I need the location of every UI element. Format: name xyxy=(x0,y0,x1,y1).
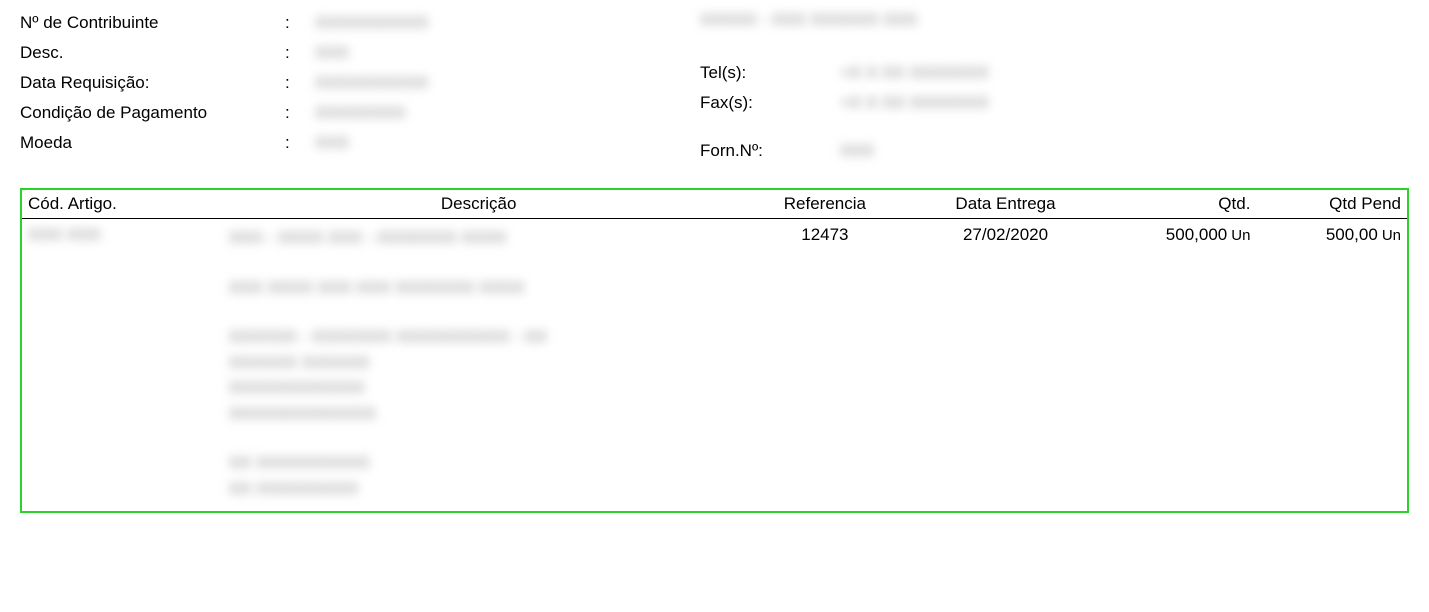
colon: : xyxy=(285,43,315,63)
row-qtd-cell: 500,000Un xyxy=(1096,219,1257,512)
colon: : xyxy=(285,73,315,93)
condicao-pagamento-value: XXXXXXXX xyxy=(315,103,700,123)
row-ref: 12473 xyxy=(735,219,916,512)
row-cod: XXX XXX xyxy=(28,225,101,244)
fax-label: Fax(s): xyxy=(700,93,840,113)
forn-label: Forn.Nº: xyxy=(700,141,840,161)
row-desc-line: XX XXXXXXXXXX xyxy=(229,450,729,476)
row-date: 27/02/2020 xyxy=(915,219,1096,512)
desc-value: XXX xyxy=(315,43,700,63)
row-qtd-unit: Un xyxy=(1231,227,1250,244)
row-desc-line: XX XXXXXXXXX xyxy=(229,476,729,502)
row-desc-line: XXXXXX - XXXXXXX XXXXXXXXXX - XX xyxy=(229,324,729,350)
moeda-row: Moeda : XXX xyxy=(20,130,700,156)
table-header-row: Cód. Artigo. Descrição Referencia Data E… xyxy=(22,190,1407,219)
row-desc-line: XXXXXXXXXXXXX xyxy=(229,401,729,427)
fax-value: +X X XX XXXXXXX xyxy=(840,93,1409,113)
row-desc-line: XXXXXXXXXXXX xyxy=(229,375,729,401)
contribuinte-row: Nº de Contribuinte : XXXXXXXXXX xyxy=(20,10,700,36)
row-pend-unit: Un xyxy=(1382,227,1401,244)
row-desc-line: XXX XXXX XXX XXX XXXXXXX XXXX xyxy=(229,275,729,301)
fax-row: Fax(s): +X X XX XXXXXXX xyxy=(700,90,1409,116)
row-pend-cell: 500,00Un xyxy=(1256,219,1407,512)
tel-label: Tel(s): xyxy=(700,63,840,83)
desc-label: Desc. xyxy=(20,43,285,63)
colon: : xyxy=(285,13,315,33)
condicao-pagamento-row: Condição de Pagamento : XXXXXXXX xyxy=(20,100,700,126)
moeda-value: XXX xyxy=(315,133,700,153)
colon: : xyxy=(285,103,315,123)
data-requisicao-value: XXXXXXXXXX xyxy=(315,73,700,93)
header-cod: Cód. Artigo. xyxy=(22,190,223,219)
header-left-column: Nº de Contribuinte : XXXXXXXXXX Desc. : … xyxy=(20,10,700,168)
data-requisicao-label: Data Requisição: xyxy=(20,73,285,93)
header-desc: Descrição xyxy=(223,190,735,219)
colon: : xyxy=(285,133,315,153)
row-desc-line: XXXXXX XXXXXX xyxy=(229,350,729,376)
header-qtd: Qtd. xyxy=(1096,190,1257,219)
row-pend: 500,00 xyxy=(1326,225,1378,244)
header-pend: Qtd Pend xyxy=(1256,190,1407,219)
items-table: Cód. Artigo. Descrição Referencia Data E… xyxy=(22,190,1407,511)
items-highlight-box: Cód. Artigo. Descrição Referencia Data E… xyxy=(20,188,1409,513)
header-right-column: XXXXX - XXX XXXXXX XXX Tel(s): +X X XX X… xyxy=(700,10,1409,168)
row-qtd: 500,000 xyxy=(1166,225,1227,244)
forn-row: Forn.Nº: XXX xyxy=(700,138,1409,164)
data-requisicao-row: Data Requisição: : XXXXXXXXXX xyxy=(20,70,700,96)
top-right-line: XXXXX - XXX XXXXXX XXX xyxy=(700,10,1409,30)
moeda-label: Moeda xyxy=(20,133,285,153)
tel-value: +X X XX XXXXXXX xyxy=(840,63,1409,83)
header-date: Data Entrega xyxy=(915,190,1096,219)
contribuinte-value: XXXXXXXXXX xyxy=(315,13,700,33)
condicao-pagamento-label: Condição de Pagamento xyxy=(20,103,285,123)
row-desc-line: XXX - XXXX XXX - XXXXXXX XXXX xyxy=(229,225,729,251)
table-row: XXX XXX XXX - XXXX XXX - XXXXXXX XXXX XX… xyxy=(22,219,1407,512)
forn-value: XXX xyxy=(840,141,1409,161)
contribuinte-label: Nº de Contribuinte xyxy=(20,13,285,33)
document-header: Nº de Contribuinte : XXXXXXXXXX Desc. : … xyxy=(20,10,1409,168)
tel-row: Tel(s): +X X XX XXXXXXX xyxy=(700,60,1409,86)
header-ref: Referencia xyxy=(735,190,916,219)
desc-row: Desc. : XXX xyxy=(20,40,700,66)
